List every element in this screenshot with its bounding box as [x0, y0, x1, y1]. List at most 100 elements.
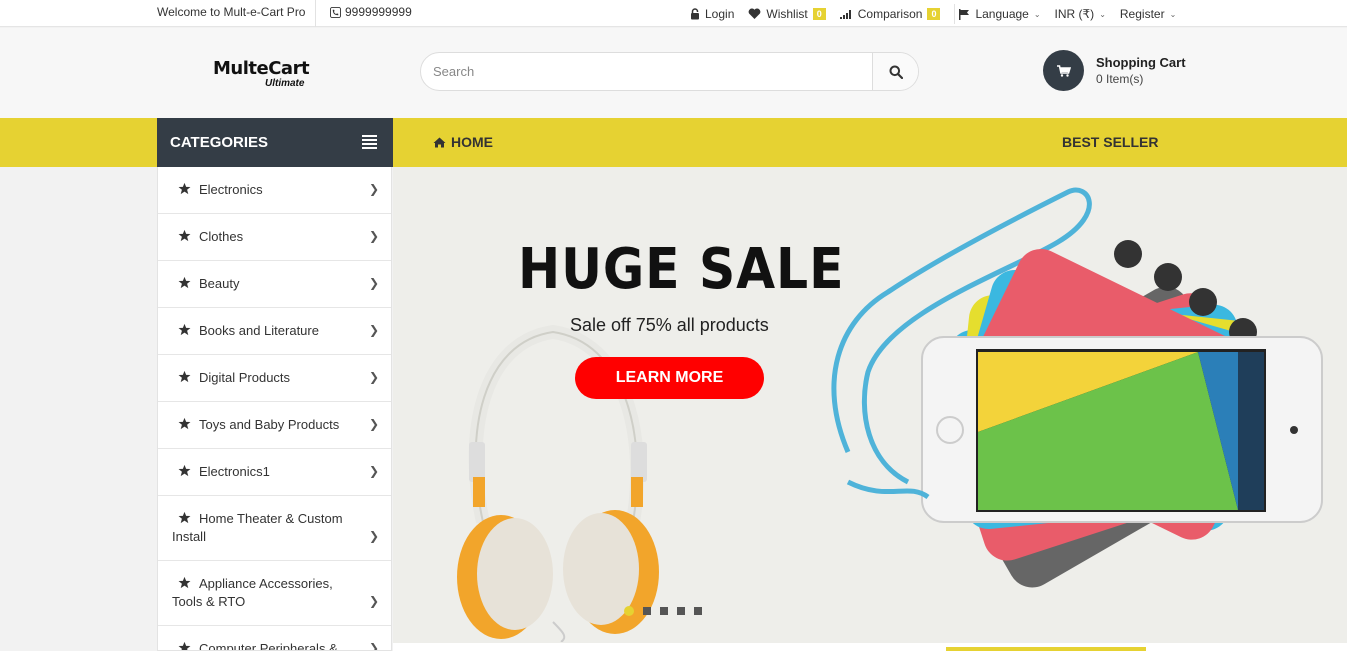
- category-label: Digital Products: [199, 370, 291, 385]
- category-label: Books and Literature: [199, 323, 319, 338]
- category-item[interactable]: Appliance Accessories, Tools & RTO ❯: [158, 561, 391, 626]
- category-label: Home Theater & Custom Install: [172, 511, 343, 544]
- star-icon: [178, 182, 191, 195]
- hero-banner: HUGE SALE Sale off 75% all products LEAR…: [393, 167, 1347, 643]
- star-icon: [178, 511, 191, 524]
- slider-dot[interactable]: [660, 607, 668, 615]
- chevron-right-icon: ❯: [368, 323, 379, 337]
- star-icon: [178, 370, 191, 383]
- cart-title: Shopping Cart: [1096, 55, 1186, 70]
- star-icon: [178, 276, 191, 289]
- comparison-label: Comparison: [857, 7, 923, 21]
- category-item[interactable]: Computer Peripherals & ❯: [158, 626, 391, 651]
- chevron-right-icon: ❯: [368, 464, 379, 478]
- register-label: Register: [1119, 7, 1165, 21]
- language-dropdown[interactable]: Language ⌄: [959, 7, 1041, 21]
- star-icon: [178, 229, 191, 242]
- search-input[interactable]: [421, 53, 873, 90]
- chevron-right-icon: ❯: [368, 370, 379, 384]
- phone-number: 9999999999: [345, 5, 412, 19]
- category-item[interactable]: Home Theater & Custom Install ❯: [158, 496, 391, 561]
- chevron-right-icon: ❯: [368, 417, 379, 431]
- slider-dot[interactable]: [694, 607, 702, 615]
- chevron-down-icon: ⌄: [1033, 9, 1041, 19]
- wishlist-count-badge: 0: [812, 8, 826, 20]
- category-item[interactable]: Electronics ❯: [158, 167, 391, 214]
- chevron-down-icon: ⌄: [1169, 9, 1177, 19]
- chevron-right-icon: ❯: [368, 276, 379, 290]
- star-icon: [178, 464, 191, 477]
- flag-icon: [959, 8, 970, 20]
- chevron-right-icon: ❯: [368, 529, 379, 543]
- site-logo[interactable]: MulteCart Ultimate: [213, 58, 338, 92]
- banner-title: HUGE SALE: [518, 237, 845, 302]
- divider: [954, 4, 956, 24]
- category-item[interactable]: Books and Literature ❯: [158, 308, 391, 355]
- category-label: Computer Peripherals &: [199, 641, 338, 651]
- cart-item-count: 0 Item(s): [1096, 72, 1144, 86]
- content-strip: [393, 643, 1347, 651]
- divider: [315, 0, 316, 27]
- star-icon: [178, 576, 191, 589]
- slider-dot[interactable]: [677, 607, 685, 615]
- category-item[interactable]: Beauty ❯: [158, 261, 391, 308]
- search-button[interactable]: [872, 53, 918, 90]
- chevron-down-icon: ⌄: [1099, 9, 1106, 19]
- search-bar: [420, 52, 919, 91]
- chevron-right-icon: ❯: [368, 641, 379, 651]
- nav-home-link[interactable]: HOME: [433, 134, 493, 150]
- phones-image: [831, 187, 1323, 588]
- category-item[interactable]: Clothes ❯: [158, 214, 391, 261]
- categories-title: CATEGORIES: [170, 134, 269, 151]
- top-bar: Welcome to Mult-e-Cart Pro 9999999999 Lo…: [0, 0, 1347, 27]
- comparison-count-badge: 0: [927, 8, 941, 20]
- slider-dots: [624, 606, 702, 616]
- chevron-right-icon: ❯: [368, 182, 379, 196]
- banner-subtitle: Sale off 75% all products: [570, 315, 769, 335]
- star-icon: [178, 323, 191, 336]
- cart-icon: [1056, 64, 1071, 77]
- nav-best-seller-link[interactable]: BEST SELLER: [1062, 134, 1158, 150]
- chevron-right-icon: ❯: [368, 594, 379, 608]
- learn-more-button[interactable]: LEARN MORE: [575, 357, 764, 399]
- category-list: Electronics ❯ Clothes ❯ Beauty ❯ Books and Lit…: [157, 167, 392, 651]
- currency-label: INR (₹): [1054, 7, 1095, 21]
- category-item[interactable]: Electronics1 ❯: [158, 449, 391, 496]
- register-dropdown[interactable]: Register ⌄: [1120, 7, 1176, 21]
- phone-info: 9999999999: [330, 5, 412, 19]
- category-item[interactable]: Digital Products ❯: [158, 355, 391, 402]
- home-icon: [433, 137, 446, 147]
- wishlist-link[interactable]: Wishlist 0: [748, 7, 826, 21]
- star-icon: [178, 641, 191, 650]
- chevron-right-icon: ❯: [368, 229, 379, 243]
- wishlist-label: Wishlist: [766, 7, 808, 21]
- star-icon: [178, 417, 191, 430]
- logo-subtitle: Ultimate: [265, 78, 305, 89]
- signal-bars-icon: [839, 10, 851, 19]
- heart-icon: [748, 8, 761, 19]
- search-icon: [889, 65, 903, 79]
- category-label: Clothes: [199, 229, 244, 244]
- home-label: HOME: [451, 134, 493, 150]
- menu-icon: [362, 135, 377, 151]
- cart-button[interactable]: [1043, 50, 1084, 91]
- slider-dot[interactable]: [643, 607, 651, 615]
- language-label: Language: [975, 7, 1029, 21]
- category-label: Electronics: [199, 182, 263, 197]
- categories-toggle[interactable]: CATEGORIES: [157, 118, 393, 167]
- lock-icon: [691, 8, 699, 20]
- logo-text: MulteCart: [213, 58, 310, 79]
- category-label: Toys and Baby Products: [199, 417, 340, 432]
- phone-icon: [330, 6, 341, 18]
- category-label: Appliance Accessories, Tools & RTO: [172, 576, 333, 609]
- shopping-cart[interactable]: Shopping Cart 0 Item(s): [1043, 50, 1186, 91]
- currency-dropdown[interactable]: INR (₹) ⌄: [1055, 7, 1106, 21]
- login-link[interactable]: Login: [690, 7, 734, 21]
- login-label: Login: [705, 7, 735, 21]
- comparison-link[interactable]: Comparison 0: [839, 7, 941, 21]
- main-nav: CATEGORIES HOME BEST SELLER: [0, 118, 1347, 167]
- category-item[interactable]: Toys and Baby Products ❯: [158, 402, 391, 449]
- category-label: Beauty: [199, 276, 240, 291]
- welcome-text: Welcome to Mult-e-Cart Pro: [157, 5, 306, 19]
- slider-dot[interactable]: [624, 606, 634, 616]
